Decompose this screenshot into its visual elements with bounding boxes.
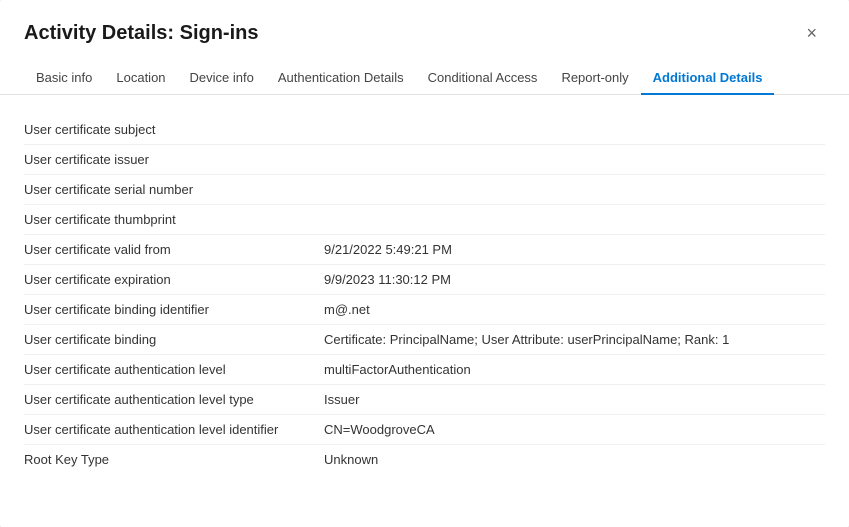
table-row: User certificate serial number [24, 175, 825, 205]
table-row: User certificate authentication level ty… [24, 385, 825, 415]
row-value: 9/21/2022 5:49:21 PM [324, 242, 452, 257]
row-label: User certificate authentication level ty… [24, 392, 324, 407]
content-area: User certificate subject User certificate… [0, 95, 849, 527]
row-value: CN=WoodgroveCA [324, 422, 435, 437]
row-label: Root Key Type [24, 452, 324, 467]
table-row: User certificate issuer [24, 145, 825, 175]
row-label: User certificate binding [24, 332, 324, 347]
dialog-header: Activity Details: Sign-ins × [0, 0, 849, 46]
row-value: Issuer [324, 392, 359, 407]
row-label: User certificate valid from [24, 242, 324, 257]
row-value: Unknown [324, 452, 378, 467]
row-label: User certificate subject [24, 122, 324, 137]
row-value: multiFactorAuthentication [324, 362, 471, 377]
table-row: User certificate valid from9/21/2022 5:4… [24, 235, 825, 265]
table-row: Root Key TypeUnknown [24, 445, 825, 474]
row-label: User certificate authentication level [24, 362, 324, 377]
row-label: User certificate issuer [24, 152, 324, 167]
table-row: User certificate binding identifierm@.ne… [24, 295, 825, 325]
table-row: User certificate bindingCertificate: Pri… [24, 325, 825, 355]
table-row: User certificate expiration9/9/2023 11:3… [24, 265, 825, 295]
row-label: User certificate authentication level id… [24, 422, 324, 437]
tab-additional-details[interactable]: Additional Details [641, 62, 775, 95]
row-label: User certificate binding identifier [24, 302, 324, 317]
tab-report-only[interactable]: Report-only [549, 62, 640, 95]
tab-basic-info[interactable]: Basic info [24, 62, 104, 95]
row-label: User certificate serial number [24, 182, 324, 197]
row-label: User certificate expiration [24, 272, 324, 287]
table-row: User certificate thumbprint [24, 205, 825, 235]
tab-authentication-details[interactable]: Authentication Details [266, 62, 416, 95]
row-value: 9/9/2023 11:30:12 PM [324, 272, 451, 287]
row-value: m@.net [324, 302, 370, 317]
table-row: User certificate authentication level id… [24, 415, 825, 445]
row-label: User certificate thumbprint [24, 212, 324, 227]
tab-conditional-access[interactable]: Conditional Access [416, 62, 550, 95]
table-row: User certificate subject [24, 115, 825, 145]
tab-location[interactable]: Location [104, 62, 177, 95]
activity-details-dialog: Activity Details: Sign-ins × Basic infoL… [0, 0, 849, 527]
table-row: User certificate authentication levelmul… [24, 355, 825, 385]
dialog-title: Activity Details: Sign-ins [24, 22, 259, 45]
tab-bar: Basic infoLocationDevice infoAuthenticat… [0, 46, 849, 95]
row-value: Certificate: PrincipalName; User Attribu… [324, 332, 729, 347]
tab-device-info[interactable]: Device info [178, 62, 266, 95]
close-button[interactable]: × [798, 20, 825, 46]
